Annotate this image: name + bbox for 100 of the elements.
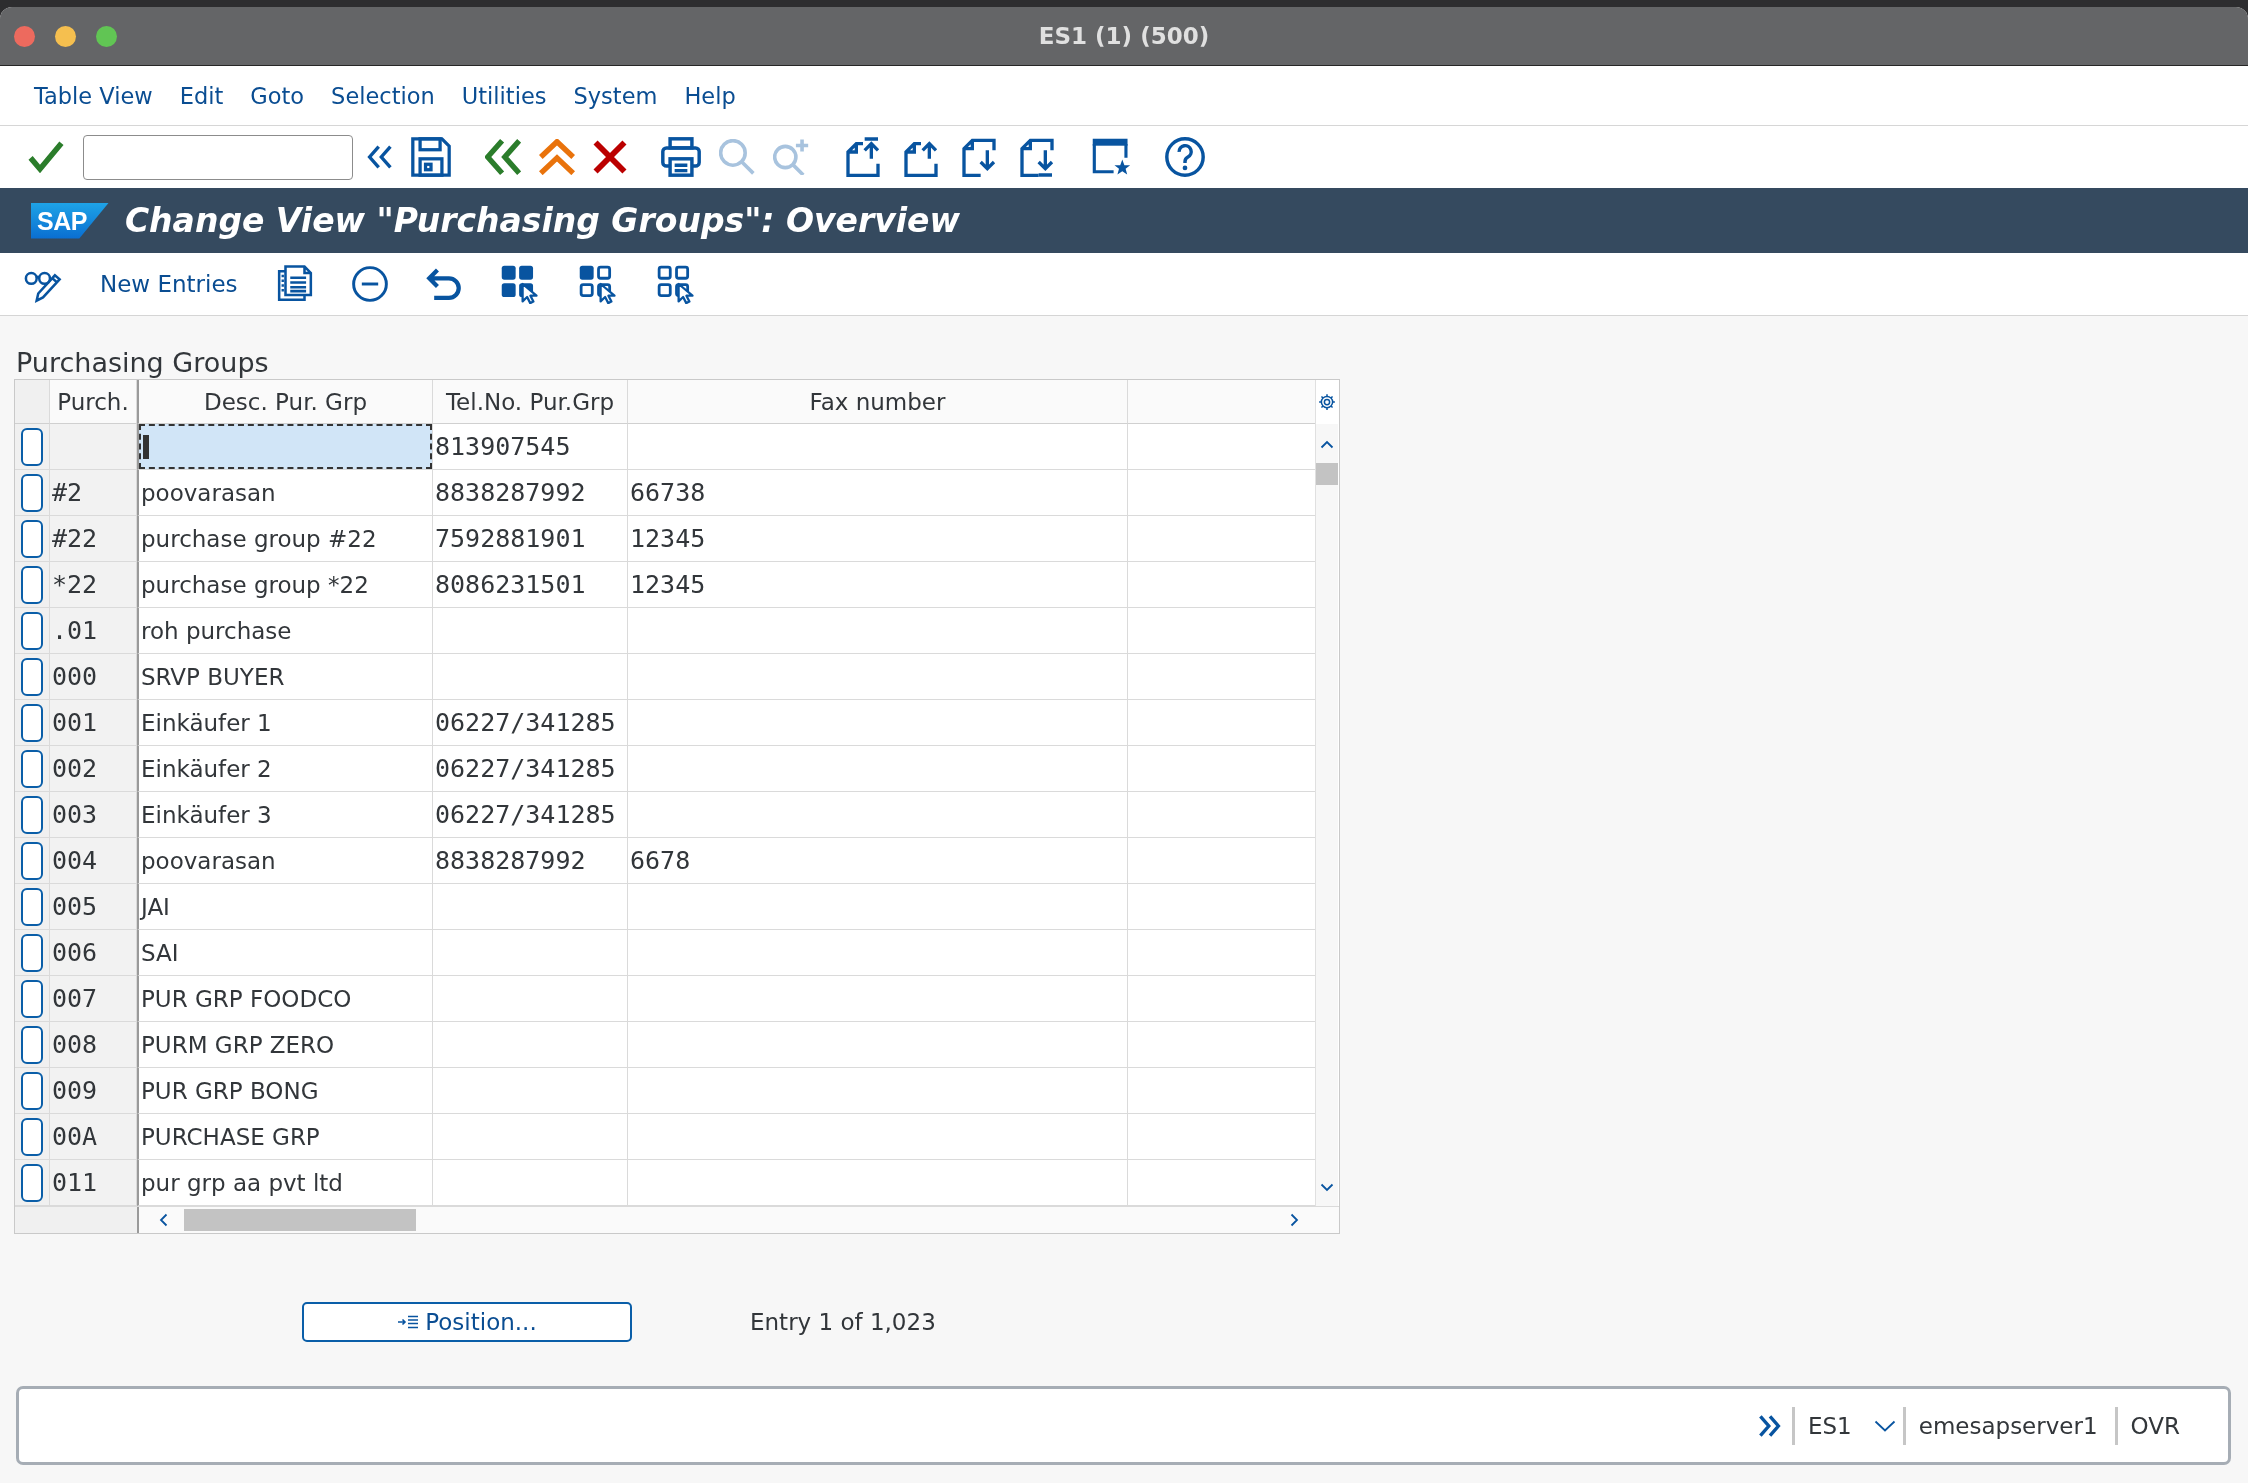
row-selector[interactable] [21, 703, 43, 742]
zoom-icon[interactable] [96, 25, 117, 47]
table-cell: roh purchase [137, 608, 433, 654]
horizontal-scrollbar[interactable] [139, 1207, 1317, 1233]
input-field[interactable] [139, 424, 432, 469]
table-cell: 008 [50, 1022, 137, 1068]
table-cell: 007 [50, 976, 137, 1022]
row-selector[interactable] [21, 841, 43, 880]
chevron-down-icon[interactable] [1873, 1419, 1896, 1432]
logo: SAP [31, 202, 109, 239]
printer-icon[interactable] [661, 137, 701, 177]
page-arrow-down-bar-icon[interactable] [1017, 137, 1057, 177]
entry-count: Entry 1 of 1,023 [750, 1309, 936, 1335]
table-cell: 001 [50, 700, 137, 746]
double-chevron-up-icon[interactable] [539, 139, 575, 175]
minus-circle-icon[interactable] [351, 266, 388, 302]
table-cell: 003 [50, 792, 137, 838]
row-selector[interactable] [21, 1025, 43, 1064]
row-selector[interactable] [21, 795, 43, 834]
table-cell: #22 [50, 516, 137, 562]
table-cell: SAI [137, 930, 433, 976]
scroll-thumb[interactable] [1316, 463, 1338, 485]
column-header[interactable]: Tel.No. Pur.Grp [433, 380, 628, 424]
screen-title: Change View "Purchasing Groups": Overview [124, 201, 960, 240]
table-cell: 813907545 [433, 424, 628, 470]
table-cell: 000 [50, 654, 137, 700]
toolbar-button[interactable]: New Entries [100, 271, 238, 297]
command-field[interactable] [83, 134, 353, 180]
document-copy-icon[interactable] [275, 265, 314, 303]
row-selector[interactable] [21, 657, 43, 696]
chevron-up-icon[interactable] [1320, 440, 1334, 449]
deselect-all-icon[interactable] [655, 264, 696, 304]
table-cell: 009 [50, 1068, 137, 1114]
row-selector[interactable] [21, 473, 43, 512]
close-icon[interactable] [593, 140, 627, 174]
checkmark-icon[interactable] [28, 139, 64, 175]
row-selector[interactable] [21, 1163, 43, 1202]
table-cell: 66738 [628, 470, 1128, 516]
double-chevron-left-icon[interactable] [367, 144, 393, 170]
table-cell: pur grp aa pvt ltd [137, 1160, 433, 1206]
position-button[interactable]: Position... [302, 1302, 632, 1342]
table-cell: purchase group #22 [137, 516, 433, 562]
table-cell: PUR GRP BONG [137, 1068, 433, 1114]
table-cell: .01 [50, 608, 137, 654]
table-cell: Einkäufer 2 [137, 746, 433, 792]
input-mode: OVR [2130, 1412, 2180, 1439]
column-header[interactable]: Desc. Pur. Grp [137, 380, 433, 424]
column-header[interactable]: Purch. [50, 380, 137, 424]
row-selector[interactable] [21, 565, 43, 604]
system-name: ES1 [1808, 1412, 1852, 1439]
save-icon[interactable] [411, 137, 451, 177]
table-cell: PUR GRP FOODCO [137, 976, 433, 1022]
double-chevron-left-icon[interactable] [485, 139, 521, 175]
vertical-scrollbar[interactable] [1315, 380, 1338, 1206]
settings-icon[interactable] [1318, 393, 1336, 411]
table-cell: SRVP BUYER [137, 654, 433, 700]
page-arrow-down-icon[interactable] [959, 137, 999, 177]
text-cursor [143, 434, 149, 459]
table-cell: 06227/341285 [433, 792, 628, 838]
window-title: ES1 (1) (500) [1038, 23, 1210, 49]
minimize-icon[interactable] [55, 25, 76, 47]
undo-icon[interactable] [425, 266, 462, 302]
arrow-list-icon [397, 1315, 420, 1329]
select-all-icon[interactable] [499, 264, 540, 304]
row-selector[interactable] [21, 979, 43, 1018]
server-name: emesapserver1 [1918, 1412, 2098, 1439]
chevron-down-icon[interactable] [1320, 1183, 1334, 1192]
chevron-left-icon[interactable] [159, 1213, 168, 1227]
table-cell: 002 [50, 746, 137, 792]
scroll-thumb[interactable] [184, 1209, 416, 1231]
row-selector[interactable] [21, 749, 43, 788]
table-cell: PURCHASE GRP [137, 1114, 433, 1160]
table-cell: 005 [50, 884, 137, 930]
row-selector[interactable] [21, 611, 43, 650]
select-block-icon[interactable] [577, 264, 618, 304]
table-cell: 06227/341285 [433, 700, 628, 746]
menu-item[interactable]: Help [684, 82, 736, 109]
row-selector[interactable] [21, 1071, 43, 1110]
table-cell: 00A [50, 1114, 137, 1160]
menu-item[interactable]: Goto [250, 82, 305, 109]
row-selector[interactable] [21, 427, 43, 466]
row-selector[interactable] [21, 933, 43, 972]
menu-item[interactable]: Selection [331, 82, 435, 109]
menu-item[interactable]: System [573, 82, 658, 109]
menu-item[interactable]: Edit [179, 82, 224, 109]
help-icon[interactable] [1165, 137, 1205, 177]
menu-item[interactable]: Table View [34, 82, 153, 109]
row-selector[interactable] [21, 887, 43, 926]
window-star-icon[interactable] [1091, 137, 1131, 177]
table-cell: 8838287992 [433, 470, 628, 516]
menu-item[interactable]: Utilities [461, 82, 547, 109]
table-cell: purchase group *22 [137, 562, 433, 608]
column-header[interactable]: Fax number [628, 380, 1128, 424]
table-cell: 006 [50, 930, 137, 976]
row-selector[interactable] [21, 519, 43, 558]
table-title: Purchasing Groups [15, 346, 270, 379]
row-selector[interactable] [21, 1117, 43, 1156]
double-chevron-right-icon[interactable] [1758, 1413, 1782, 1438]
page-arrow-up-bar-icon[interactable] [843, 137, 883, 177]
chevron-right-icon[interactable] [1290, 1213, 1299, 1227]
